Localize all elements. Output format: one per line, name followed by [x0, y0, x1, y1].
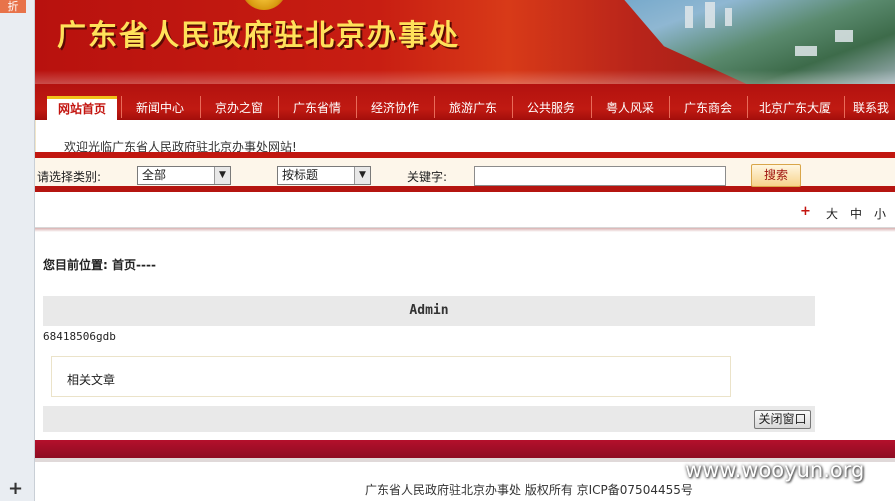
- plus-icon[interactable]: +: [8, 480, 23, 498]
- font-size-medium[interactable]: 中: [850, 205, 862, 222]
- nav-item-people[interactable]: 粤人风采: [593, 96, 667, 120]
- site-title: 广东省人民政府驻北京办事处: [57, 18, 461, 52]
- site-banner: 广东省人民政府驻北京办事处: [35, 0, 895, 84]
- breadcrumb-home[interactable]: 首页----: [112, 258, 156, 272]
- footer-band: [35, 440, 895, 458]
- related-articles-box: 相关文章: [51, 356, 731, 397]
- article-footer: 关闭窗口: [43, 406, 815, 432]
- keyword-input[interactable]: [474, 166, 726, 186]
- welcome-bar: 欢迎光临广东省人民政府驻北京办事处网站!: [35, 120, 895, 154]
- nav-separator: [356, 96, 357, 118]
- search-button[interactable]: 搜索: [751, 164, 801, 187]
- nav-item-contact[interactable]: 联系我: [853, 96, 895, 120]
- nav-item-economy[interactable]: 经济协作: [358, 96, 432, 120]
- nav-item-news[interactable]: 新闻中心: [123, 96, 197, 120]
- related-articles-label: 相关文章: [67, 373, 116, 387]
- category-select[interactable]: 全部 ▼: [137, 166, 231, 185]
- nav-separator: [844, 96, 845, 118]
- plus-icon: +: [800, 204, 811, 219]
- divider: [35, 228, 895, 232]
- main-page: 广东省人民政府驻北京办事处 网站首页 新闻中心 京办之窗 广东省情 经济协作 旅…: [35, 0, 895, 501]
- nav-item-guangdong-info[interactable]: 广东省情: [280, 96, 354, 120]
- search-field-select[interactable]: 按标题 ▼: [277, 166, 371, 185]
- search-bar: 请选择类别: 全部 ▼ 按标题 ▼ 关键字: 搜索: [35, 158, 895, 192]
- chevron-down-icon[interactable]: ▼: [354, 167, 370, 184]
- keyword-label: 关键字:: [407, 170, 448, 184]
- article-title: Admin: [43, 296, 815, 326]
- nav-separator: [121, 96, 122, 118]
- nav-item-public-service[interactable]: 公共服务: [514, 96, 588, 120]
- fold-tab[interactable]: 折: [0, 0, 26, 13]
- nav-separator: [669, 96, 670, 118]
- nav-separator: [512, 96, 513, 118]
- breadcrumb-prefix: 您目前位置:: [43, 258, 108, 272]
- main-nav: 网站首页 新闻中心 京办之窗 广东省情 经济协作 旅游广东 公共服务 粤人风采 …: [35, 84, 895, 120]
- font-size-small[interactable]: 小: [874, 205, 886, 222]
- nav-item-home[interactable]: 网站首页: [47, 96, 117, 120]
- font-size-bar: + 大 中 小: [35, 198, 895, 228]
- left-sidebar: 折 +: [0, 0, 35, 501]
- article-body: 68418506gdb: [43, 330, 116, 343]
- nav-separator: [200, 96, 201, 118]
- nav-separator: [434, 96, 435, 118]
- nav-separator: [747, 96, 748, 118]
- font-size-large[interactable]: 大: [826, 205, 838, 222]
- search-field-value: 按标题: [282, 168, 319, 182]
- nav-item-chamber[interactable]: 广东商会: [671, 96, 745, 120]
- banner-wave: [35, 70, 895, 84]
- nav-item-beijing-mansion[interactable]: 北京广东大厦: [749, 96, 841, 120]
- nav-separator: [591, 96, 592, 118]
- breadcrumb: 您目前位置: 首页----: [43, 256, 156, 273]
- emblem-icon: [241, 0, 287, 10]
- chevron-down-icon[interactable]: ▼: [214, 167, 230, 184]
- close-window-button[interactable]: 关闭窗口: [754, 410, 811, 429]
- nav-item-office-window[interactable]: 京办之窗: [202, 96, 276, 120]
- nav-item-tourism[interactable]: 旅游广东: [436, 96, 510, 120]
- watermark-text: www.wooyun.org: [685, 458, 865, 482]
- category-label: 请选择类别:: [37, 170, 102, 184]
- copyright-text: 广东省人民政府驻北京办事处 版权所有 京ICP备07504455号: [365, 483, 693, 497]
- nav-separator: [278, 96, 279, 118]
- category-select-value: 全部: [142, 168, 167, 182]
